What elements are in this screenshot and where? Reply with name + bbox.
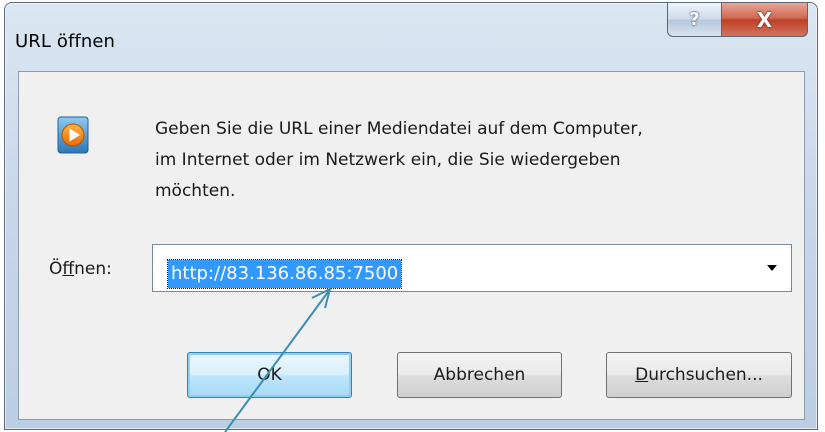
open-label: Öffnen: [49, 259, 112, 279]
close-button[interactable]: X [722, 3, 808, 37]
help-icon: ? [689, 9, 700, 30]
url-input[interactable]: http://83.136.86.85:7500 [159, 251, 749, 289]
close-icon: X [756, 7, 773, 32]
dialog-client-area: Geben Sie die URL einer Mediendatei auf … [18, 71, 805, 420]
cancel-button-label: Abbrechen [433, 365, 526, 385]
chevron-down-icon [767, 265, 777, 271]
dropdown-button[interactable] [757, 251, 787, 285]
browse-button-label: urchsuchen... [648, 365, 763, 385]
browse-mnemonic: D [635, 365, 649, 385]
help-button[interactable]: ? [667, 3, 722, 37]
ok-button-label: OK [257, 365, 282, 385]
open-label-mnemonic: f [62, 259, 75, 279]
browse-button[interactable]: Durchsuchen... [606, 352, 792, 398]
ok-button[interactable]: OK [187, 352, 352, 398]
media-player-icon [57, 116, 89, 154]
url-selected-text[interactable]: http://83.136.86.85:7500 [166, 259, 403, 289]
url-open-dialog-window: URL öffnen ? X Geben Sie die URL einer M… [4, 2, 818, 430]
title-bar[interactable]: URL öffnen ? X [5, 3, 817, 71]
cancel-button[interactable]: Abbrechen [397, 352, 562, 398]
screenshot-stage: URL öffnen ? X Geben Sie die URL einer M… [0, 0, 825, 432]
url-combobox[interactable]: http://83.136.86.85:7500 [152, 244, 792, 292]
caption-buttons: ? X [667, 3, 808, 39]
instruction-text: Geben Sie die URL einer Mediendatei auf … [155, 119, 643, 201]
window-title: URL öffnen [15, 31, 116, 52]
open-label-prefix: Ö [49, 259, 63, 279]
open-label-suffix: fnen: [74, 259, 112, 279]
